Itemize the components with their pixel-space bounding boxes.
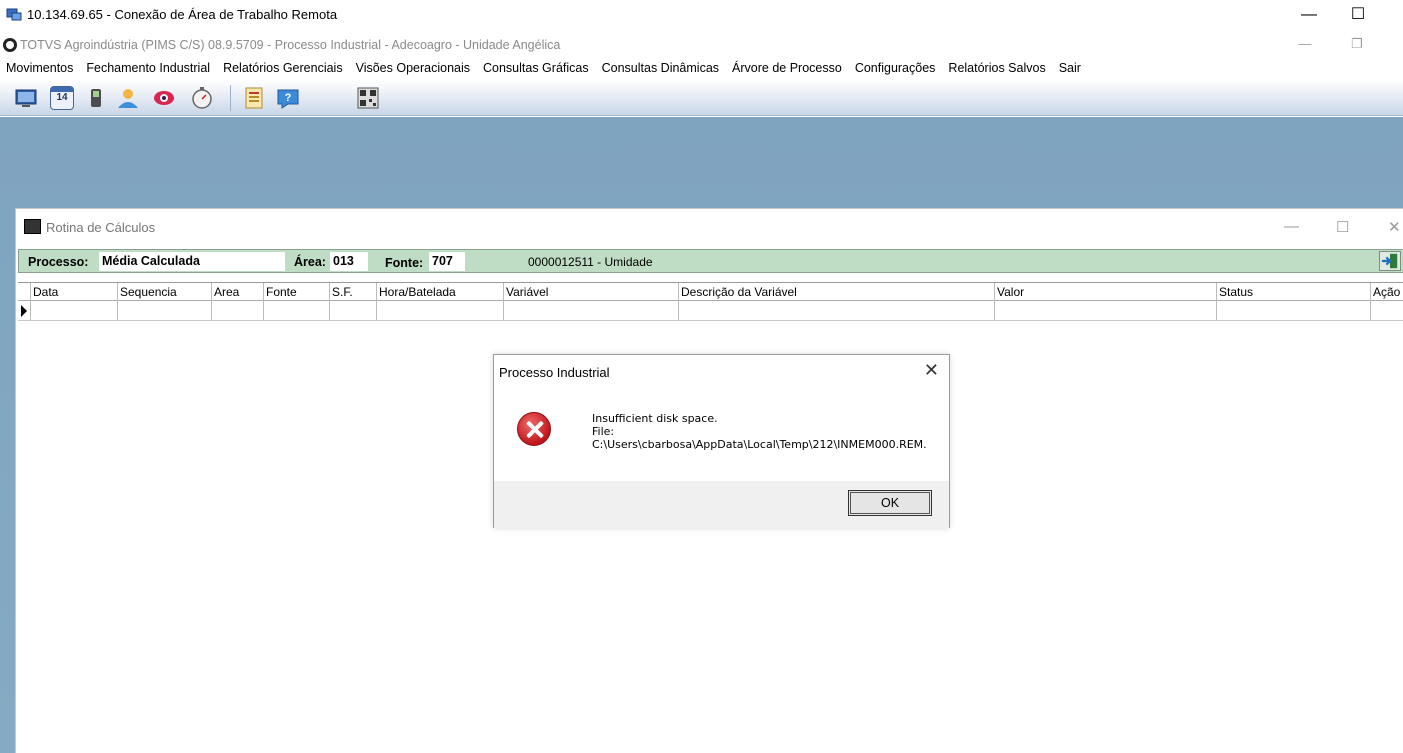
dialog-footer: OK [494,481,949,528]
menu-consultas-graficas[interactable]: Consultas Gráficas [477,58,596,75]
rdp-maximize-button[interactable]: ☐ [1335,4,1381,28]
menu-sair[interactable]: Sair [1053,58,1088,75]
rdp-minimize-button[interactable]: — [1286,4,1332,28]
table-cell[interactable] [1216,301,1370,320]
monitor-icon[interactable] [14,86,38,110]
fonte-field[interactable]: 707 [429,252,465,271]
column-area[interactable]: Area [211,283,263,302]
report-icon[interactable] [242,86,266,110]
ok-button[interactable]: OK [848,490,932,516]
calendar-day-label: 14 [56,92,68,103]
device-icon[interactable] [84,86,108,110]
menu-visoes-operacionais[interactable]: Visões Operacionais [350,58,477,75]
menu-bar: Movimentos Fechamento Industrial Relatório… [0,58,1403,80]
variable-description: 0000012511 - Umidade [528,255,653,269]
table-cell[interactable] [503,301,678,320]
table-cell[interactable] [329,301,376,320]
rdp-title-bar: 10.134.69.65 - Conexão de Área de Trabal… [0,0,1403,32]
menu-fechamento-industrial[interactable]: Fechamento Industrial [80,58,217,75]
table-cell[interactable] [678,301,994,320]
area-label: Área: [294,255,326,269]
area-field[interactable]: 013 [330,252,368,271]
column-valor[interactable]: Valor [994,283,1216,302]
column-sequencia[interactable]: Sequencia [117,283,211,302]
message-file-path: C:\Users\cbarbosa\AppData\Local\Temp\212… [592,438,927,451]
window-app-icon [24,219,41,234]
calendar-icon[interactable]: 14 [50,86,74,110]
table-cell[interactable] [117,301,211,320]
table-cell[interactable] [376,301,503,320]
processo-field[interactable]: Média Calculada [99,252,285,271]
menu-relatorios-salvos[interactable]: Relatórios Salvos [942,58,1052,75]
mdi-title-bar: Rotina de Cálculos — ☐ ✕ [16,209,1403,247]
fonte-label: Fonte: [385,256,424,270]
table-cell[interactable] [211,301,263,320]
column-acao[interactable]: Ação [1370,283,1403,302]
mdi-maximize-button[interactable]: ☐ [1336,218,1349,236]
processo-label: Processo: [28,255,89,269]
app-title-bar: TOTVS Agroindústria (PIMS C/S) 08.9.5709… [0,35,1403,57]
table-cell[interactable] [994,301,1216,320]
column-data[interactable]: Data [30,283,117,302]
svg-text:?: ? [285,92,292,104]
help-icon[interactable]: ? [276,86,300,110]
table-row[interactable] [18,301,1403,321]
menu-movimentos[interactable]: Movimentos [0,58,80,75]
menu-arvore-de-processo[interactable]: Árvore de Processo [726,58,849,75]
app-restore-button[interactable]: ❐ [1342,36,1372,54]
rdp-window-title: 10.134.69.65 - Conexão de Área de Trabal… [27,7,338,22]
table-cell[interactable] [30,301,117,320]
qr-icon[interactable] [356,86,380,110]
menu-consultas-dinamicas[interactable]: Consultas Dinâmicas [596,58,726,75]
app-window-title: TOTVS Agroindústria (PIMS C/S) 08.9.5709… [20,38,561,52]
app-minimize-button[interactable]: — [1290,36,1320,54]
dialog-close-button[interactable]: ✕ [924,360,939,381]
toolbar-separator [230,85,231,111]
table-cell[interactable] [263,301,329,320]
mdi-close-button[interactable]: ✕ [1388,218,1401,236]
stopwatch-icon[interactable] [190,86,214,110]
menu-relatorios-gerenciais[interactable]: Relatórios Gerenciais [217,58,350,75]
grid-header: Data Sequencia Area Fonte S.F. Hora/Bate… [18,282,1403,302]
column-variavel[interactable]: Variável [503,283,678,302]
eye-icon[interactable] [152,86,176,110]
totvs-logo-icon [3,38,17,52]
column-sf[interactable]: S.F. [329,283,376,302]
toolbar: 14 ? [0,80,1403,116]
menu-configuracoes[interactable]: Configurações [849,58,943,75]
dialog-title: Processo Industrial [499,365,610,380]
remote-desktop-icon [6,8,22,21]
column-status[interactable]: Status [1216,283,1370,302]
process-header-panel: Processo: Média Calculada Área: 013 Font… [18,249,1403,273]
column-hora-batelada[interactable]: Hora/Batelada [376,283,503,302]
column-fonte[interactable]: Fonte [263,283,329,302]
mdi-window-title: Rotina de Cálculos [46,220,156,235]
table-cell[interactable] [1370,301,1403,320]
exit-icon[interactable] [1379,251,1401,271]
column-descricao-variavel[interactable]: Descrição da Variável [678,283,994,302]
error-dialog: Processo Industrial ✕ Insufficient disk … [493,354,950,528]
message-line-2: File: [592,425,615,438]
calculation-grid: Data Sequencia Area Fonte S.F. Hora/Bate… [18,282,1403,322]
error-icon [517,412,551,446]
dialog-message: Insufficient disk space. File: C:\Users\… [592,412,927,451]
message-line-1: Insufficient disk space. [592,412,718,425]
mdi-minimize-button[interactable]: — [1284,218,1299,235]
users-icon[interactable] [116,86,140,110]
